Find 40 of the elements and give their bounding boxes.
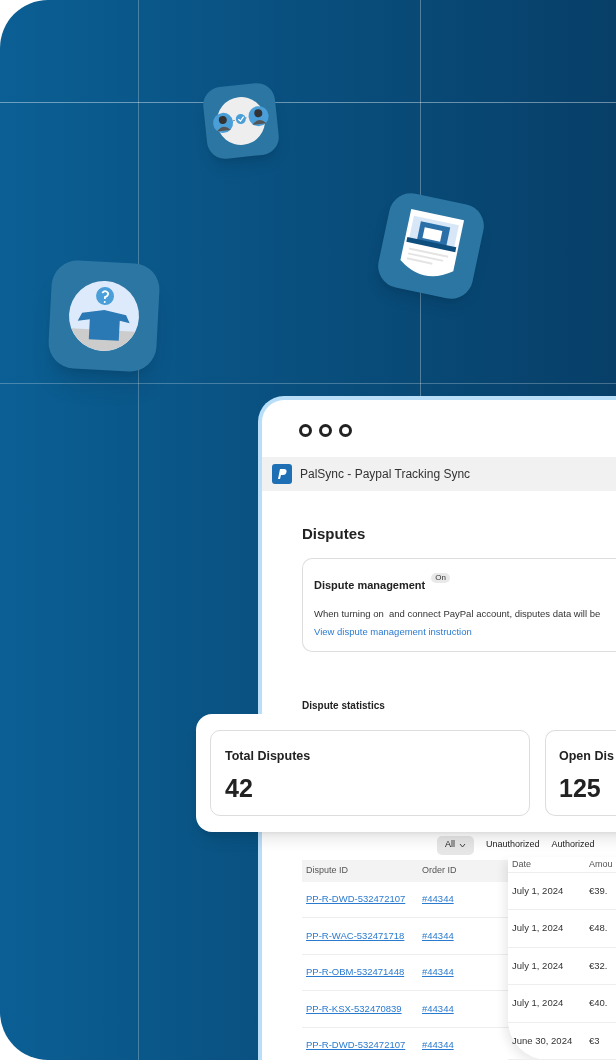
table-cell: €39. bbox=[589, 883, 608, 898]
table-cell-text: July 1, 2024 bbox=[511, 958, 565, 973]
stat-label: Open Dis bbox=[559, 748, 615, 765]
toggle-switch[interactable]: On bbox=[431, 572, 450, 583]
column-header: Order ID bbox=[422, 863, 457, 877]
description-text: When turning on and connect PayPal account, disputes data will be bbox=[314, 607, 602, 621]
section-title: Dispute statistics bbox=[302, 698, 386, 713]
table-cell: €40. bbox=[589, 996, 608, 1011]
order-id-link[interactable]: #44344 bbox=[422, 1039, 454, 1051]
page-title: Disputes bbox=[302, 524, 367, 544]
app-title: PalSync - Paypal Tracking Sync bbox=[300, 466, 471, 483]
column-header: Dispute ID bbox=[305, 863, 350, 877]
table-cell: €48. bbox=[589, 921, 608, 936]
table-cell-text: July 1, 2024 bbox=[511, 883, 565, 898]
order-id-link[interactable]: #44344 bbox=[422, 893, 454, 905]
app-logo-icon bbox=[272, 464, 292, 484]
box-question-icon bbox=[66, 278, 142, 354]
column-header: Amou bbox=[589, 857, 613, 871]
dispute-id-link[interactable]: PP-R-WAC-532471718 bbox=[306, 929, 405, 941]
table-cell-text: July 1, 2024 bbox=[511, 921, 565, 936]
dispute-id-link[interactable]: PP-R-KSX-532470839 bbox=[306, 1002, 402, 1014]
dispute-id-link[interactable]: PP-R-DWD-532472107 bbox=[306, 893, 406, 905]
dispute-id-link[interactable]: PP-R-OBM-532471448 bbox=[306, 966, 405, 978]
card-title: Dispute management bbox=[314, 577, 426, 593]
table-cell-text: July 1, 2024 bbox=[511, 996, 565, 1011]
column-header: Date bbox=[511, 857, 532, 871]
order-id-link[interactable]: #44344 bbox=[422, 1002, 454, 1014]
order-id-link[interactable]: #44344 bbox=[422, 929, 454, 941]
dispute-id-link[interactable]: PP-R-DWD-532472107 bbox=[306, 1039, 406, 1051]
filter-tab[interactable]: Unauthorized bbox=[486, 835, 540, 855]
instruction-link[interactable]: View dispute management instruction bbox=[314, 625, 616, 640]
stat-value: 42 bbox=[225, 775, 254, 801]
order-id-link[interactable]: #44344 bbox=[422, 966, 454, 978]
stat-label: Total Disputes bbox=[225, 748, 312, 765]
table-cell-text: June 30, 2024 bbox=[511, 1033, 574, 1048]
table-cell: €32. bbox=[589, 958, 608, 973]
stat-value: 125 bbox=[559, 775, 602, 801]
filter-tab[interactable]: All bbox=[437, 835, 474, 855]
filter-tab[interactable]: Authorized bbox=[551, 835, 595, 855]
table-cell: €3 bbox=[589, 1033, 600, 1048]
